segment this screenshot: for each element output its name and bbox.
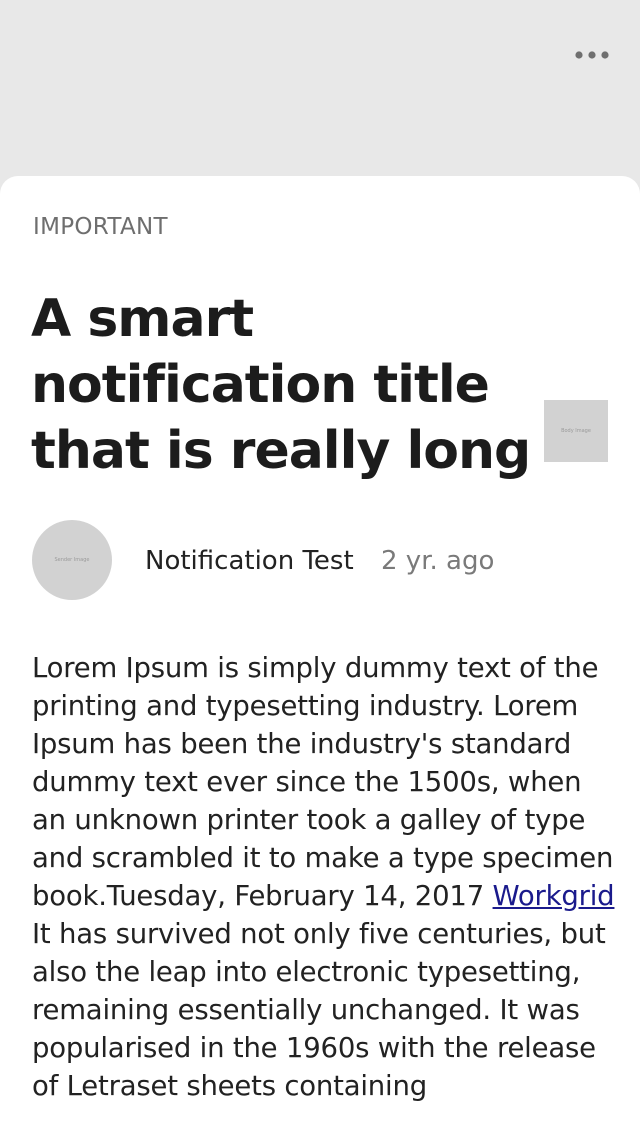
body-text-part-2: It has survived not only five centuries,… xyxy=(32,918,606,1102)
notification-card: IMPORTANT A smart notification title tha… xyxy=(0,176,640,1136)
body-image: Body Image xyxy=(544,400,608,462)
workgrid-link[interactable]: Workgrid xyxy=(493,880,615,912)
more-horizontal-icon xyxy=(575,51,609,59)
body-text-part-1: Lorem Ipsum is simply dummy text of the … xyxy=(32,652,614,912)
timestamp: 2 yr. ago xyxy=(381,546,495,576)
notification-detail-screen: IMPORTANT A smart notification title tha… xyxy=(0,0,640,1136)
top-bar xyxy=(0,0,640,176)
notification-title: A smart notification title that is reall… xyxy=(31,289,531,481)
sender-name: Notification Test xyxy=(145,546,354,576)
sender-avatar: Sender Image xyxy=(32,520,112,600)
more-options-button[interactable] xyxy=(572,40,612,70)
category-label: IMPORTANT xyxy=(33,214,168,240)
notification-body: Lorem Ipsum is simply dummy text of the … xyxy=(32,649,622,1105)
